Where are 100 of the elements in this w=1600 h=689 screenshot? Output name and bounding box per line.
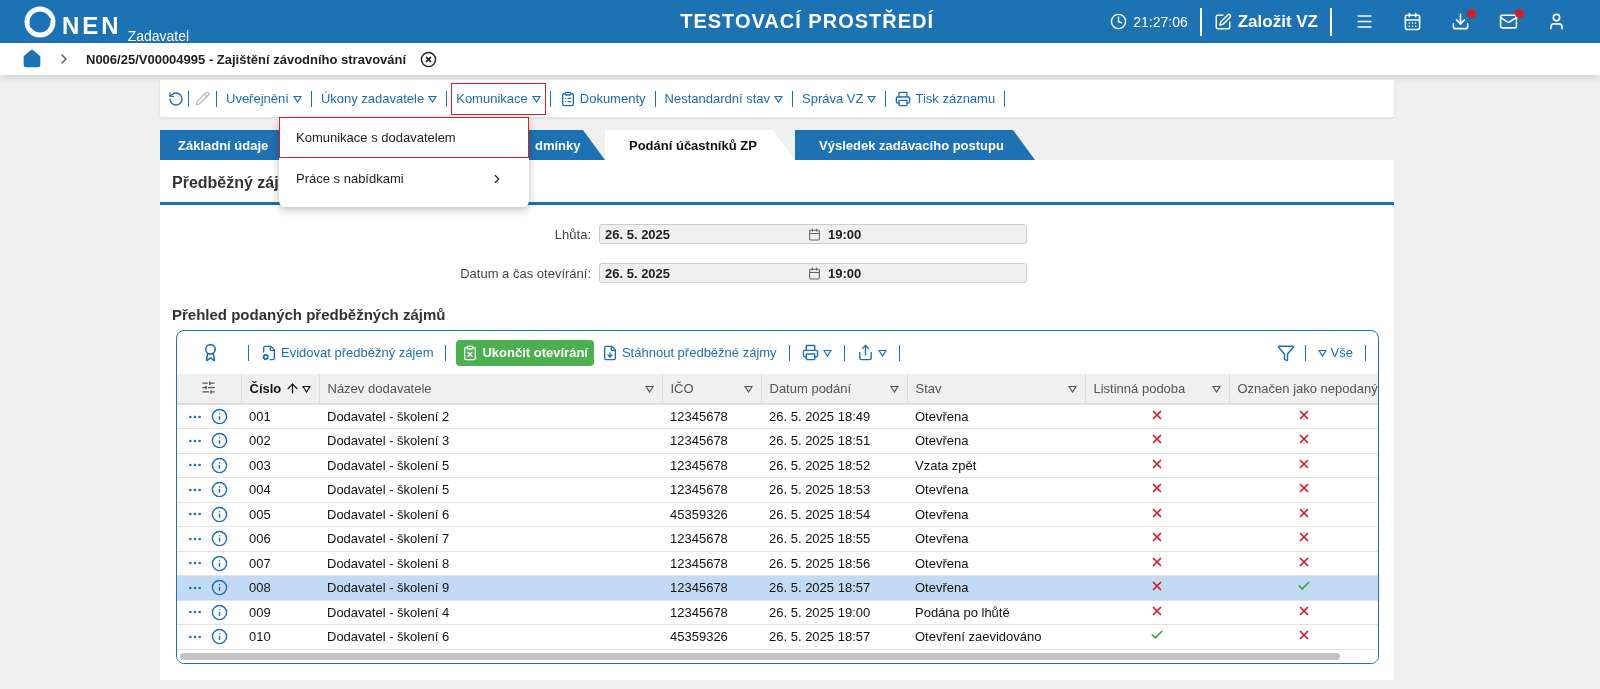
- breadcrumb-title: N006/25/V00004995 - Zajištění závodního stravování: [86, 51, 407, 67]
- close-icon[interactable]: [420, 50, 438, 68]
- field-label: Lhůta:: [553, 226, 592, 242]
- table-cell: 12345678: [662, 453, 761, 478]
- table-cell: 26. 5. 2025 18:57: [761, 624, 907, 649]
- table-cell: Otevřena: [907, 575, 1085, 600]
- action-link[interactable]: Stáhnout předběžné zájmy: [599, 344, 779, 361]
- toolbar-menu-item[interactable]: Úkony zadavatele: [315, 82, 443, 115]
- caret-icon: [531, 94, 541, 103]
- settings-icon[interactable]: [201, 379, 217, 395]
- table-cell: Otevřena: [907, 551, 1085, 576]
- table-row[interactable]: 002 Dodavatel - školení 3 12345678 26. 5. 2025 18:51 Otevřena: [177, 428, 1378, 453]
- environment-title: TESTOVACÍ PROSTŘEDÍ: [679, 10, 936, 33]
- info-icon[interactable]: [211, 481, 228, 499]
- table-cell: 12345678: [662, 404, 761, 429]
- table-cell: 007: [241, 551, 319, 576]
- refresh-icon[interactable]: [168, 90, 184, 107]
- calendar-icon: [1402, 12, 1422, 31]
- table-row[interactable]: 008 Dodavatel - školení 9 12345678 26. 5. 2025 18:57 Otevřena: [177, 575, 1378, 600]
- tab[interactable]: Podání účastníků ZP: [605, 130, 795, 160]
- caret-icon: [292, 94, 302, 103]
- table-cell: Dodavatel - školení 5: [319, 477, 662, 502]
- column-header[interactable]: Název dodavatele: [319, 374, 662, 404]
- table-cell: 010: [241, 624, 319, 649]
- calendar-icon: [808, 227, 821, 241]
- info-icon[interactable]: [211, 408, 228, 425]
- info-icon[interactable]: [211, 628, 228, 646]
- logo-icon: [24, 5, 56, 38]
- table-cell: 12345678: [662, 551, 761, 576]
- table-cell: 006: [241, 526, 319, 551]
- table-row[interactable]: 004 Dodavatel - školení 5 12345678 26. 5. 2025 18:53 Otevřena: [177, 477, 1378, 502]
- menu-item[interactable]: Práce s nabídkami: [279, 158, 529, 199]
- table-cell: 12345678: [662, 575, 761, 600]
- filter-icon[interactable]: [1276, 343, 1295, 362]
- column-header[interactable]: IČO: [662, 374, 761, 404]
- info-icon[interactable]: [211, 505, 228, 523]
- calendar-icon: [808, 266, 821, 280]
- menu-item[interactable]: Komunikace s dodavatelem: [279, 117, 529, 158]
- menu-icon: [1354, 12, 1374, 31]
- table-cell: Vzata zpět: [907, 453, 1085, 478]
- table-title: Přehled podaných předběžných zájmů: [172, 306, 447, 323]
- table-cell: Otevřena: [907, 526, 1085, 551]
- table-cell: Dodavatel - školení 9: [319, 575, 662, 600]
- table-row[interactable]: 006 Dodavatel - školení 7 12345678 26. 5. 2025 18:55 Otevřena: [177, 526, 1378, 551]
- info-icon[interactable]: [211, 579, 228, 597]
- info-icon[interactable]: [211, 432, 228, 450]
- clipboard-icon: [559, 90, 576, 107]
- table-cell: 26. 5. 2025 18:57: [761, 575, 907, 600]
- toolbar-menu-item[interactable]: Uveřejnění: [221, 82, 307, 115]
- table-cell: 26. 5. 2025 18:54: [761, 502, 907, 527]
- caret-icon: [877, 348, 887, 357]
- column-header[interactable]: Listinná podoba: [1085, 374, 1229, 404]
- info-icon[interactable]: [211, 603, 228, 621]
- action-link[interactable]: Evidovat předběžný zájem: [259, 344, 436, 361]
- table-cell: 005: [241, 502, 319, 527]
- table-row[interactable]: 009 Dodavatel - školení 4 12345678 26. 5. 2025 19:00 Podána po lhůtě: [177, 600, 1378, 625]
- table-cell: Dodavatel - školení 2: [319, 404, 662, 429]
- table-cell: Dodavatel - školení 4: [319, 600, 662, 625]
- table-cell: 009: [241, 600, 319, 625]
- document-icon: [462, 344, 479, 361]
- table-cell: Otevřena: [907, 477, 1085, 502]
- table-cell: 26. 5. 2025 18:49: [761, 404, 907, 429]
- toolbar-menu-item[interactable]: Dokumenty: [554, 82, 651, 115]
- home-icon[interactable]: [22, 49, 42, 69]
- scrollbar[interactable]: [180, 652, 1340, 660]
- column-header[interactable]: Datum podání: [761, 374, 907, 404]
- create-button[interactable]: Založit VZ: [1201, 11, 1330, 32]
- edit-icon: [1213, 12, 1232, 31]
- table-cell: 26. 5. 2025 18:52: [761, 453, 907, 478]
- table-row[interactable]: 003 Dodavatel - školení 5 12345678 26. 5. 2025 18:52 Vzata zpět: [177, 453, 1378, 478]
- table-cell: 001: [241, 404, 319, 429]
- field-label: Datum a čas otevírání:: [459, 265, 592, 281]
- date-time-field[interactable]: 26. 5. 2025 19:00: [599, 224, 1027, 244]
- column-header[interactable]: Číslo: [241, 374, 319, 404]
- table-cell: 004: [241, 477, 319, 502]
- table-row[interactable]: 010 Dodavatel - školení 6 45359326 26. 5. 2025 18:57 Otevření zaevidováno: [177, 624, 1378, 649]
- clock-icon: [1110, 13, 1128, 30]
- toolbar-menu-item[interactable]: Správa VZ: [797, 82, 882, 115]
- table-cell: Dodavatel - školení 3: [319, 428, 662, 453]
- toolbar-menu-item[interactable]: Tisk záznamu: [890, 82, 1001, 115]
- filter-dropdown[interactable]: Vše: [1315, 345, 1355, 360]
- table-row[interactable]: 005 Dodavatel - školení 6 45359326 26. 5. 2025 18:54 Otevřena: [177, 502, 1378, 527]
- info-icon[interactable]: [211, 456, 228, 474]
- table-cell: Dodavatel - školení 7: [319, 526, 662, 551]
- table-row[interactable]: 007 Dodavatel - školení 8 12345678 26. 5. 2025 18:56 Otevřena: [177, 551, 1378, 576]
- table-cell: 45359326: [662, 624, 761, 649]
- info-icon[interactable]: [211, 530, 228, 548]
- date-time-field[interactable]: 26. 5. 2025 19:00: [599, 263, 1027, 283]
- toolbar-menu-item[interactable]: Nestandardní stav: [659, 82, 789, 115]
- caret-icon: [774, 94, 784, 103]
- table-row[interactable]: 001 Dodavatel - školení 2 12345678 26. 5. 2025 18:49 Otevřena: [177, 404, 1378, 429]
- tab[interactable]: Výsledek zadávacího postupu: [795, 130, 1035, 160]
- document-icon: [261, 344, 277, 361]
- caret-icon: [867, 94, 877, 103]
- toolbar-menu-item[interactable]: Komunikace: [451, 82, 546, 115]
- download-icon: [1450, 12, 1470, 31]
- column-header[interactable]: Stav: [907, 374, 1085, 404]
- column-header[interactable]: Označen jako nepodaný: [1229, 374, 1378, 404]
- table-cell: Dodavatel - školení 6: [319, 502, 662, 527]
- info-icon[interactable]: [211, 554, 228, 572]
